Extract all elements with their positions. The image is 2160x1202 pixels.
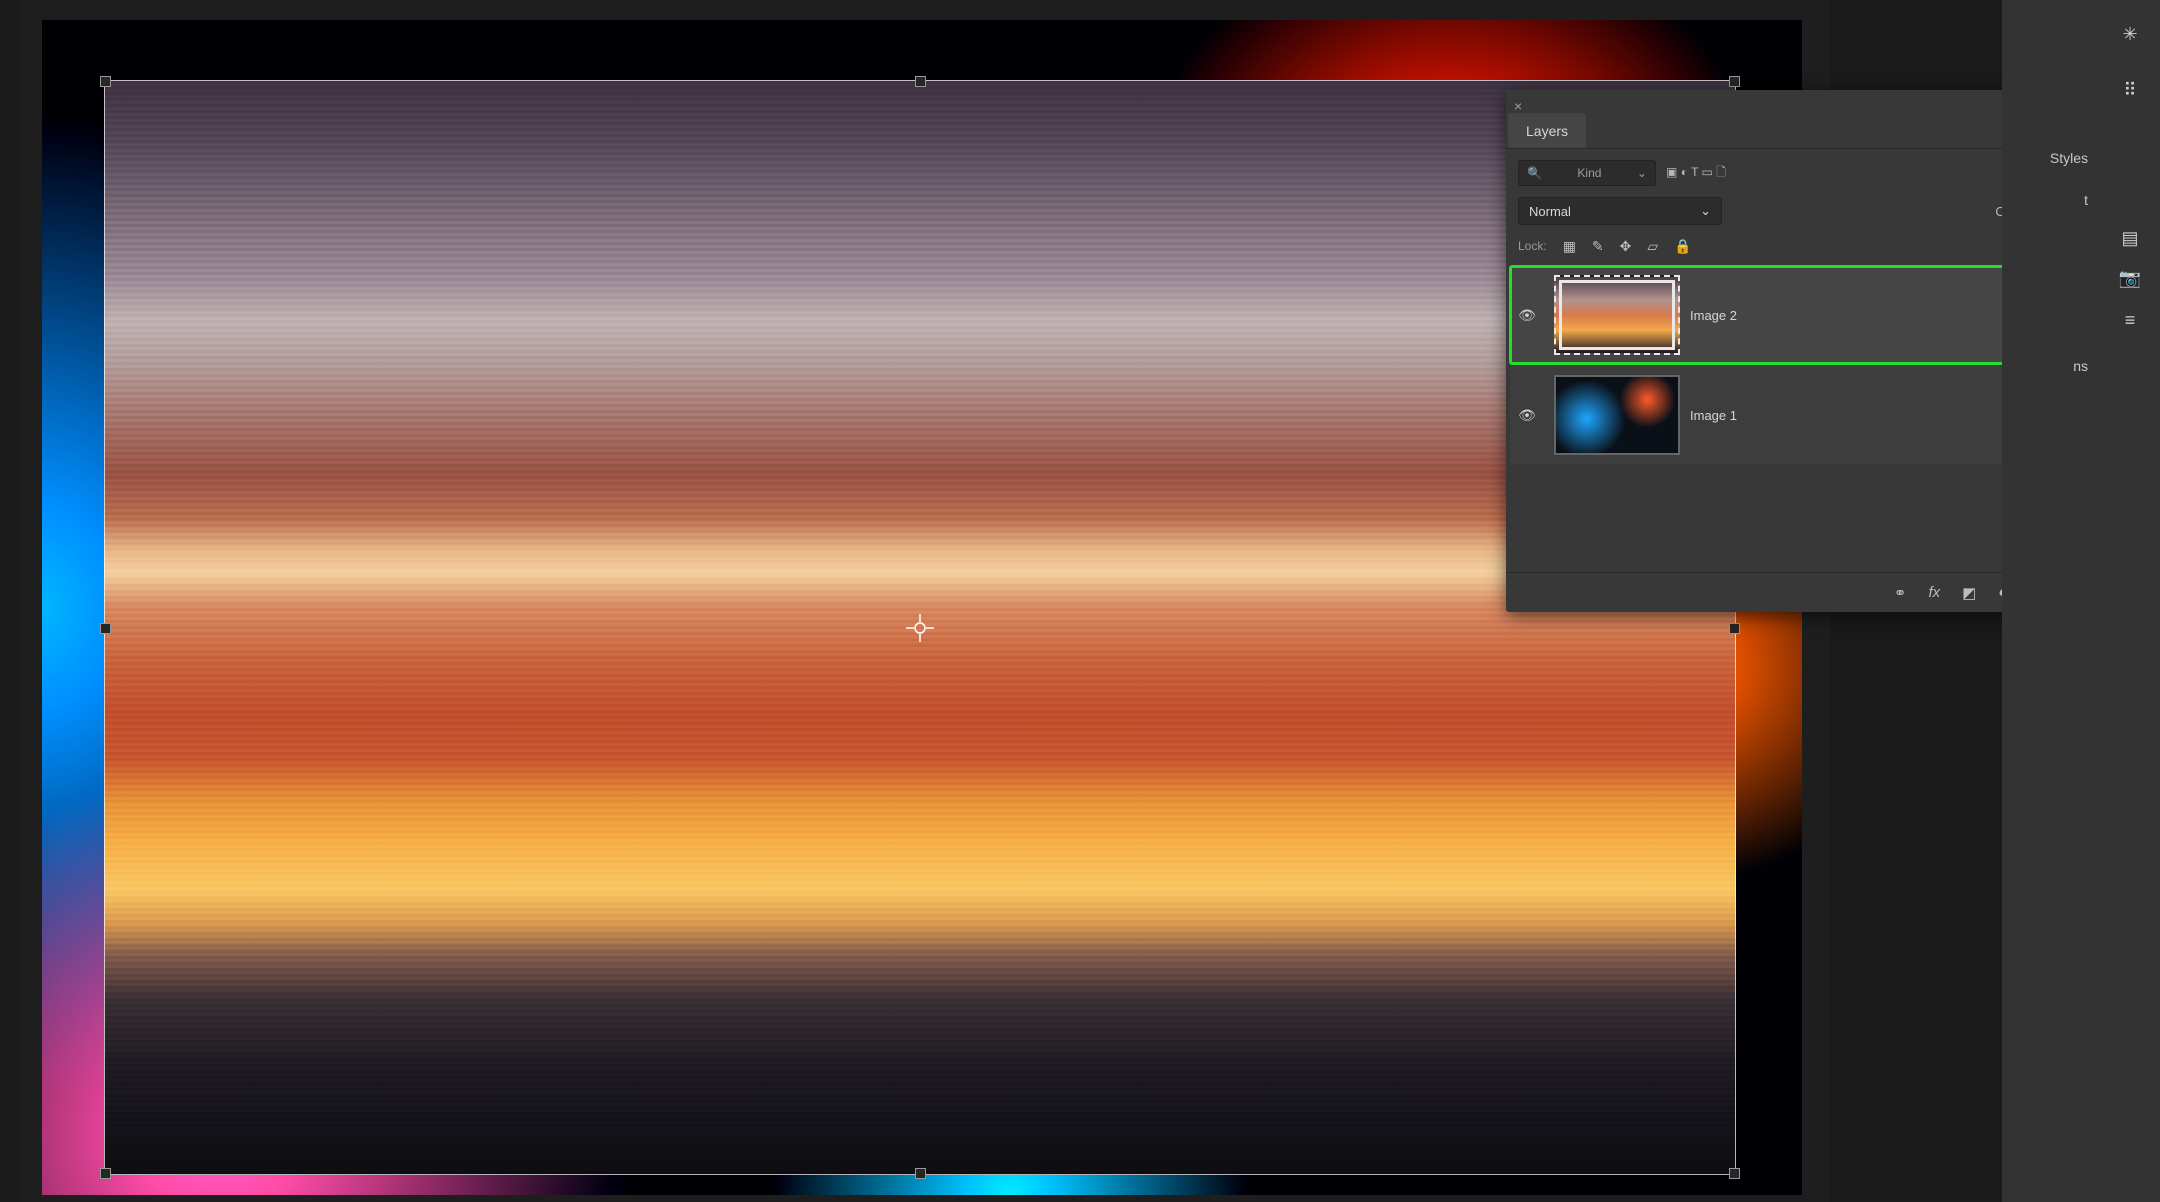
filter-kind-label: Kind bbox=[1577, 166, 1601, 180]
swatches-icon[interactable]: ▤ bbox=[2100, 218, 2160, 258]
layer-visibility-toggle[interactable]: 👁 bbox=[1510, 307, 1544, 324]
layer-name-label[interactable]: Image 2 bbox=[1690, 308, 1737, 323]
panel-label-partial-ns[interactable]: ns bbox=[2073, 358, 2088, 374]
lock-all-icon[interactable]: 🔒 bbox=[1674, 238, 1691, 255]
chevron-down-icon: ⌄ bbox=[1637, 166, 1647, 180]
transform-handle-bottom-left[interactable] bbox=[100, 1168, 111, 1179]
chevron-down-icon: ⌄ bbox=[1700, 203, 1711, 219]
transform-handle-top-right[interactable] bbox=[1729, 76, 1740, 87]
mask-icon[interactable]: ◩ bbox=[1962, 584, 1976, 602]
sliders-icon[interactable]: ≡ bbox=[2100, 300, 2160, 340]
camera-icon[interactable]: 📷 bbox=[2100, 258, 2160, 298]
transform-handle-bottom-middle[interactable] bbox=[915, 1168, 926, 1179]
lock-nesting-icon[interactable]: ▱ bbox=[1647, 238, 1658, 255]
blend-mode-dropdown[interactable]: Normal ⌄ bbox=[1518, 197, 1722, 225]
transform-handle-middle-right[interactable] bbox=[1729, 623, 1740, 634]
transform-handle-bottom-right[interactable] bbox=[1729, 1168, 1740, 1179]
transform-handle-top-middle[interactable] bbox=[915, 76, 926, 87]
layer-thumbnail[interactable] bbox=[1554, 375, 1680, 455]
layer-filter-kind-dropdown[interactable]: 🔍 Kind ⌄ bbox=[1518, 160, 1656, 186]
panel-close-icon[interactable]: × bbox=[1514, 98, 1522, 114]
lock-position-icon[interactable]: ✥ bbox=[1620, 238, 1632, 255]
right-panel-labels: Styles t ns bbox=[2002, 0, 2100, 1202]
fx-icon[interactable]: fx bbox=[1928, 584, 1940, 601]
lock-pixels-icon[interactable]: ✎ bbox=[1592, 238, 1604, 255]
lock-label: Lock: bbox=[1518, 239, 1547, 253]
glyph-panel-icon[interactable]: ⠿ bbox=[2100, 70, 2160, 110]
transform-handle-top-left[interactable] bbox=[100, 76, 111, 87]
transform-center-icon bbox=[906, 614, 934, 642]
filter-shape-icon[interactable]: ▭ bbox=[1702, 165, 1713, 179]
layer-name-label[interactable]: Image 1 bbox=[1690, 408, 1737, 423]
layers-tab[interactable]: Layers bbox=[1508, 113, 1586, 148]
transform-handle-middle-left[interactable] bbox=[100, 623, 111, 634]
panel-label-styles[interactable]: Styles bbox=[2050, 150, 2088, 166]
filter-smart-icon[interactable]: 🗋 bbox=[1716, 165, 1726, 179]
filter-adjust-icon[interactable]: ◐ bbox=[1681, 165, 1688, 179]
layer-visibility-toggle[interactable]: 👁 bbox=[1510, 407, 1544, 424]
lock-transparency-icon[interactable]: ▦ bbox=[1563, 238, 1576, 255]
search-icon: 🔍 bbox=[1527, 166, 1542, 180]
layer-thumbnail[interactable] bbox=[1554, 275, 1680, 355]
panel-label-partial-t[interactable]: t bbox=[2084, 192, 2088, 208]
transform-bounding-box[interactable] bbox=[104, 80, 1736, 1175]
filter-pixel-icon[interactable]: ▣ bbox=[1666, 165, 1677, 179]
right-icon-dock: ✳ ⠿ ▤ 📷 ≡ bbox=[2100, 0, 2160, 1202]
color-wheel-icon[interactable]: ✳ bbox=[2100, 14, 2160, 54]
filter-type-icon[interactable]: T bbox=[1691, 165, 1698, 179]
link-layers-icon[interactable]: ⚭ bbox=[1894, 584, 1907, 602]
blend-mode-value: Normal bbox=[1529, 204, 1571, 219]
